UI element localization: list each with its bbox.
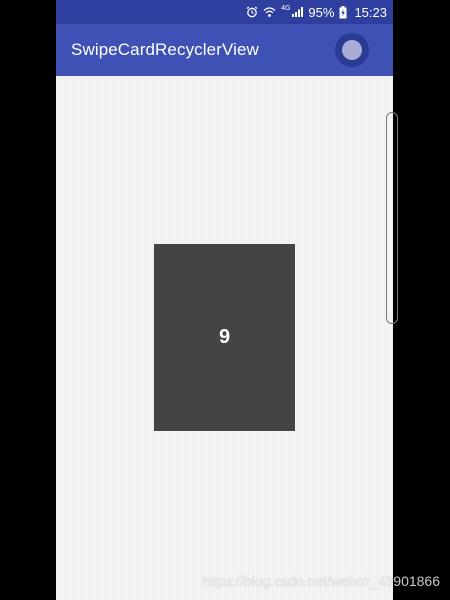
app-toolbar: SwipeCardRecyclerView bbox=[56, 24, 393, 76]
swiped-card-edge bbox=[386, 112, 398, 324]
battery-percentage: 95% bbox=[308, 4, 335, 20]
app-title: SwipeCardRecyclerView bbox=[71, 40, 259, 59]
network-type-label: 4G bbox=[281, 5, 291, 12]
toggle-circle-icon bbox=[342, 40, 362, 60]
swipe-card[interactable]: 9 bbox=[154, 244, 295, 431]
card-recycler-view[interactable]: 9 bbox=[56, 76, 393, 600]
screenshot-frame: 4G 95% 15:23 SwipeCardRecyclerView 9 htt… bbox=[0, 0, 450, 600]
wifi-icon bbox=[263, 6, 276, 18]
status-clock: 15:23 bbox=[354, 4, 387, 20]
status-icons: 4G 95% 15:23 bbox=[246, 0, 387, 24]
signal-icon bbox=[292, 6, 304, 18]
toggle-circle-button[interactable] bbox=[335, 33, 369, 67]
phone-screen: 4G 95% 15:23 SwipeCardRecyclerView 9 bbox=[56, 0, 393, 600]
alarm-icon bbox=[246, 6, 258, 18]
watermark: https://blog.csdn.net/weixin_43901866 bbox=[201, 573, 440, 589]
status-bar: 4G 95% 15:23 bbox=[56, 0, 393, 24]
battery-charging-icon bbox=[339, 5, 347, 19]
card-number-label: 9 bbox=[218, 326, 231, 348]
